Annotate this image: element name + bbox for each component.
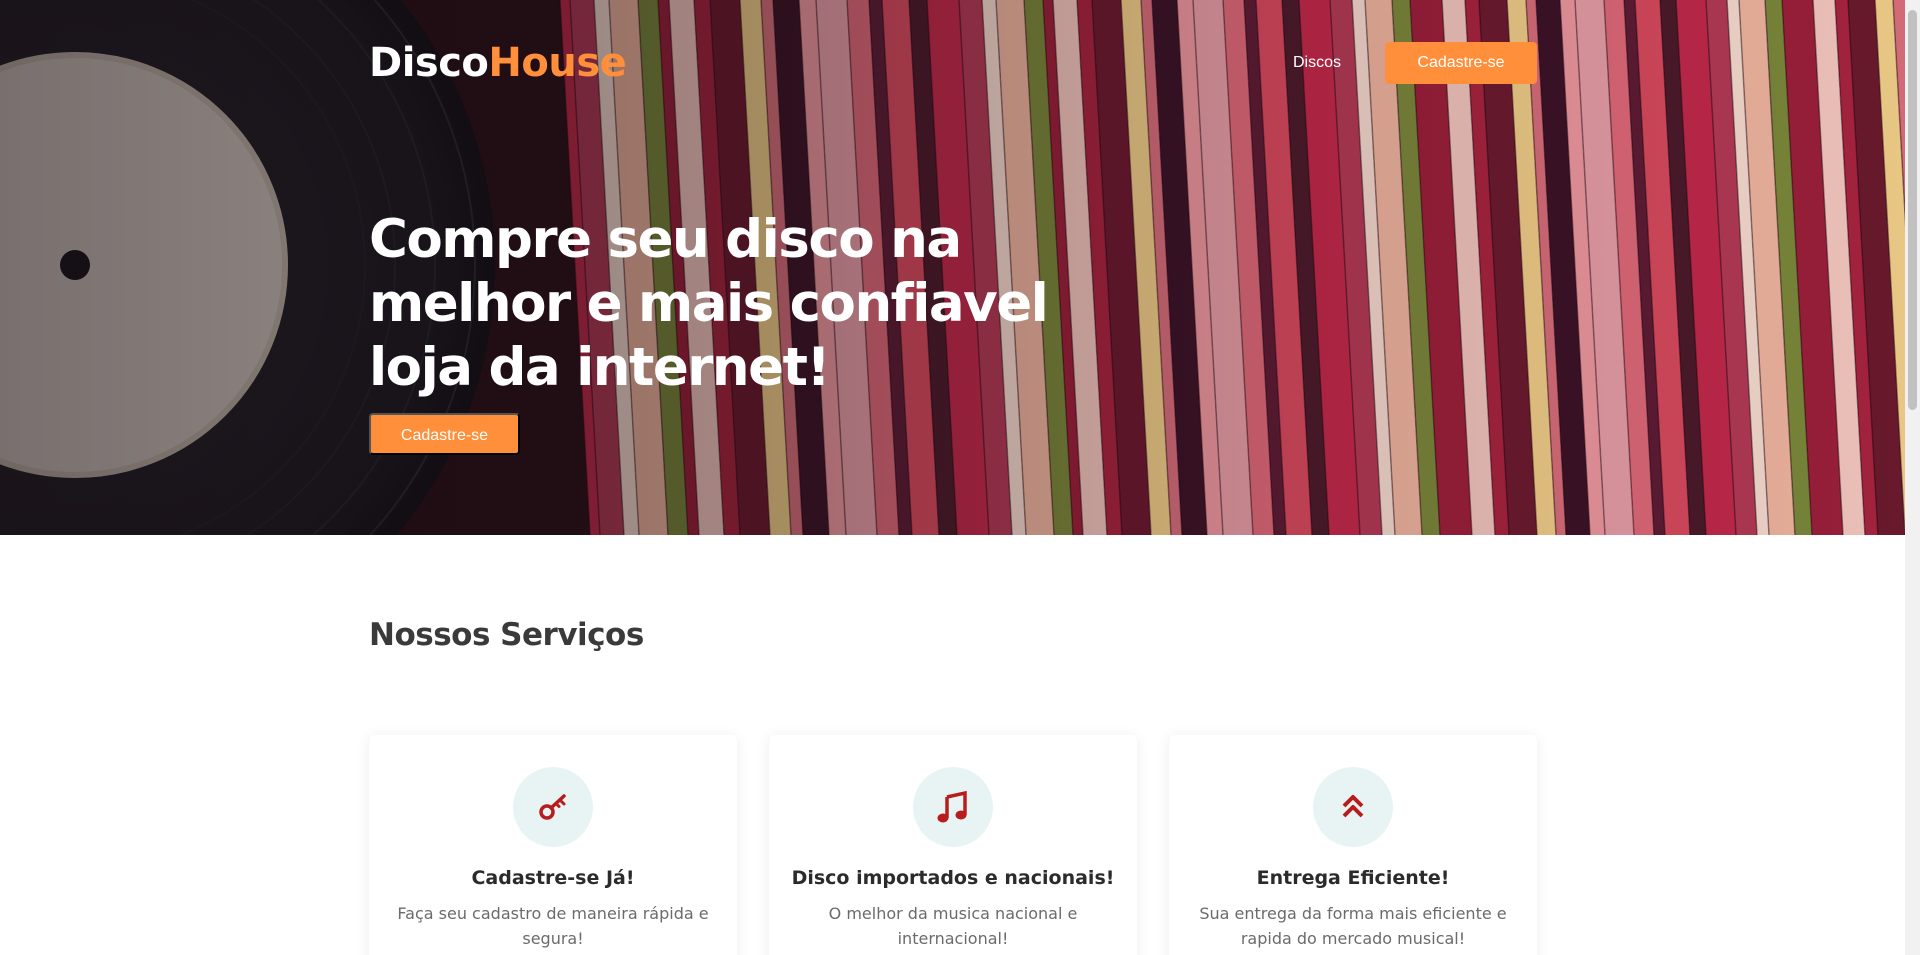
nav-link-discos[interactable]: Discos: [1293, 52, 1341, 74]
logo-part-disco: Disco: [369, 40, 489, 86]
hero-section: DiscoHouse Discos Cadastre-se Compre seu…: [0, 0, 1905, 535]
hero-title: Compre seu disco na melhor e mais confia…: [369, 209, 1049, 398]
logo-part-house: House: [488, 40, 627, 86]
top-navigation: DiscoHouse Discos Cadastre-se: [369, 38, 1537, 88]
card-title: Entrega Eficiente!: [1256, 867, 1450, 889]
card-text: O melhor da musica nacional e internacio…: [828, 904, 1078, 948]
card-title: Disco importados e nacionais!: [791, 867, 1115, 889]
key-icon: [513, 767, 593, 847]
nav-signup-button[interactable]: Cadastre-se: [1385, 42, 1537, 84]
card-title: Cadastre-se Já!: [471, 867, 635, 889]
service-card-signup: Cadastre-se Já! Faça seu cadastro de man…: [369, 735, 737, 955]
card-text: Sua entrega da forma mais eficiente e ra…: [1199, 904, 1507, 948]
service-card-records: Disco importados e nacionais! O melhor d…: [769, 735, 1137, 955]
music-note-icon: [913, 767, 993, 847]
card-text: Faça seu cadastro de maneira rápida e se…: [397, 904, 709, 948]
service-card-delivery: Entrega Eficiente! Sua entrega da forma …: [1169, 735, 1537, 955]
hero-signup-button[interactable]: Cadastre-se: [369, 413, 520, 455]
services-title: Nossos Serviços: [369, 617, 644, 653]
logo[interactable]: DiscoHouse: [369, 38, 627, 88]
page-scrollbar[interactable]: [1905, 0, 1920, 955]
scrollbar-thumb[interactable]: [1908, 10, 1917, 410]
double-chevron-up-icon: [1313, 767, 1393, 847]
